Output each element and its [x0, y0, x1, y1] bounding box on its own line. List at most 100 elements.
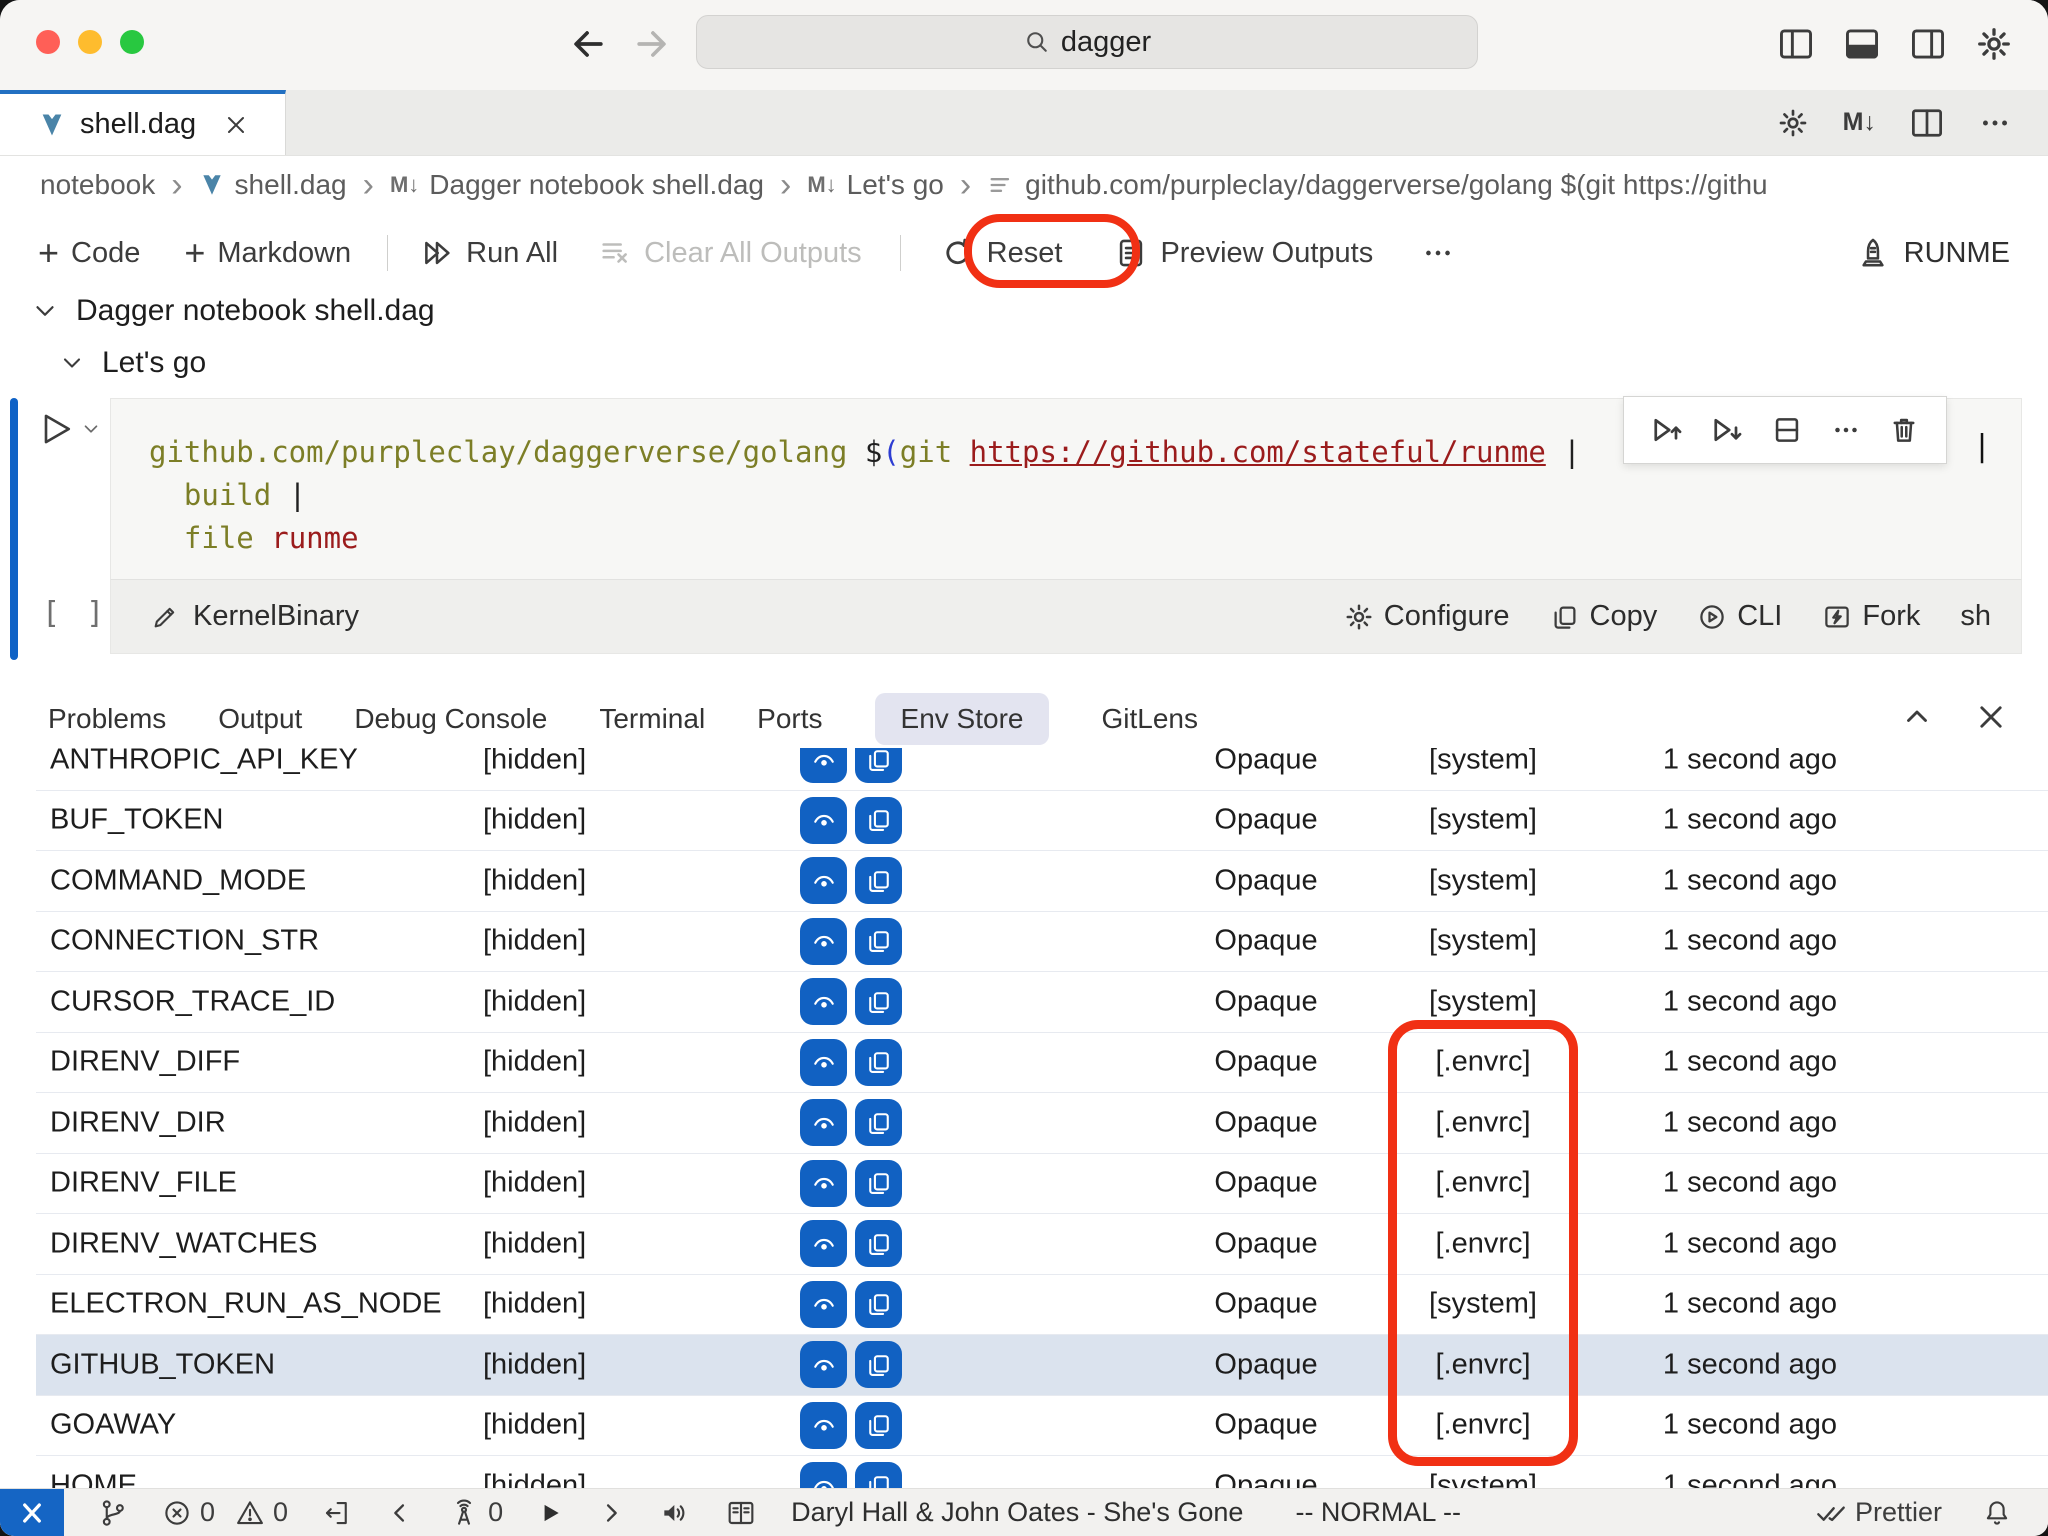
panel-tab-gitlens[interactable]: GitLens: [1101, 693, 1198, 745]
panel-tab-ports[interactable]: Ports: [757, 693, 822, 745]
copy-cell-button[interactable]: Copy: [1550, 600, 1658, 633]
breadcrumb-notebook[interactable]: notebook: [40, 169, 155, 201]
broadcast-status[interactable]: 0: [448, 1497, 503, 1529]
copy-secret-button[interactable]: [855, 748, 902, 783]
env-var-row[interactable]: DIRENV_DIFF [hidden] Opaque [.envrc] 1 s…: [36, 1033, 2048, 1094]
cli-button[interactable]: CLI: [1697, 600, 1782, 633]
delete-cell-icon[interactable]: [1887, 413, 1921, 447]
navigate-back-status[interactable]: [386, 1499, 414, 1527]
kernel-binary-button[interactable]: KernelBinary: [151, 600, 359, 633]
window-zoom-button[interactable]: [120, 30, 144, 54]
copy-secret-button[interactable]: [855, 1160, 902, 1207]
copy-secret-button[interactable]: [855, 1341, 902, 1388]
formatter-status[interactable]: Prettier: [1815, 1497, 1942, 1529]
env-var-row[interactable]: GOAWAY [hidden] Opaque [.envrc] 1 second…: [36, 1396, 2048, 1457]
reveal-secret-button[interactable]: [800, 978, 847, 1025]
panel-tab-output[interactable]: Output: [218, 693, 302, 745]
navigate-forward-status[interactable]: [597, 1499, 625, 1527]
copy-secret-button[interactable]: [855, 1281, 902, 1328]
reveal-secret-button[interactable]: [800, 1160, 847, 1207]
preview-outputs-button[interactable]: Preview Outputs: [1114, 236, 1373, 270]
copy-secret-button[interactable]: [855, 1220, 902, 1267]
outline-section[interactable]: Dagger notebook shell.dag: [30, 290, 435, 332]
add-code-cell-button[interactable]: + Code: [38, 235, 140, 271]
panel-close-icon[interactable]: [1974, 700, 2008, 734]
forward-button[interactable]: [630, 22, 674, 66]
env-var-row[interactable]: DIRENV_FILE [hidden] Opaque [.envrc] 1 s…: [36, 1154, 2048, 1215]
reveal-secret-button[interactable]: [800, 857, 847, 904]
toolbar-more-button[interactable]: [1421, 238, 1455, 268]
reveal-secret-button[interactable]: [800, 1099, 847, 1146]
env-var-row[interactable]: COMMAND_MODE [hidden] Opaque [system] 1 …: [36, 851, 2048, 912]
command-center-search[interactable]: dagger: [696, 15, 1478, 69]
execute-above-icon[interactable]: [1649, 412, 1685, 448]
panel-tab-terminal[interactable]: Terminal: [599, 693, 705, 745]
toggle-sidebar-left-icon[interactable]: [1778, 28, 1814, 60]
toggle-sidebar-right-icon[interactable]: [1910, 28, 1946, 60]
env-var-row[interactable]: CURSOR_TRACE_ID [hidden] Opaque [system]…: [36, 972, 2048, 1033]
env-var-row[interactable]: ANTHROPIC_API_KEY [hidden] Opaque [syste…: [36, 748, 2048, 791]
copy-secret-button[interactable]: [855, 857, 902, 904]
settings-gear-icon[interactable]: [1976, 26, 2012, 62]
copy-secret-button[interactable]: [855, 918, 902, 965]
split-cell-icon[interactable]: [1770, 413, 1804, 447]
runme-button[interactable]: RUNME: [1856, 236, 2010, 270]
env-var-row[interactable]: CONNECTION_STR [hidden] Opaque [system] …: [36, 912, 2048, 973]
copy-secret-button[interactable]: [855, 1039, 902, 1086]
copy-secret-button[interactable]: [855, 797, 902, 844]
panel-tab-debug-console[interactable]: Debug Console: [354, 693, 547, 745]
focus-session-status[interactable]: [322, 1498, 352, 1528]
copy-secret-button[interactable]: [855, 978, 902, 1025]
tab-close-icon[interactable]: [224, 113, 248, 137]
now-playing-status[interactable]: [725, 1497, 757, 1529]
env-var-row[interactable]: GITHUB_TOKEN [hidden] Opaque [.envrc] 1 …: [36, 1335, 2048, 1396]
run-cell-button[interactable]: [32, 408, 102, 450]
more-actions-icon[interactable]: [1978, 108, 2012, 138]
notifications-status[interactable]: [1982, 1498, 2012, 1528]
editor-settings-gear-icon[interactable]: [1777, 107, 1809, 139]
reset-button[interactable]: Reset: [941, 236, 1063, 270]
clear-all-outputs-button[interactable]: Clear All Outputs: [598, 236, 862, 270]
fork-button[interactable]: Fork: [1822, 600, 1920, 633]
now-playing-title[interactable]: Daryl Hall & John Oates - She's Gone: [791, 1497, 1243, 1528]
toggle-panel-icon[interactable]: [1844, 28, 1880, 60]
outline-subsection[interactable]: Let's go: [58, 342, 206, 384]
breadcrumb-section[interactable]: Dagger notebook shell.dag: [429, 169, 764, 201]
execute-below-icon[interactable]: [1709, 412, 1745, 448]
window-minimize-button[interactable]: [78, 30, 102, 54]
window-close-button[interactable]: [36, 30, 60, 54]
cell-more-actions-icon[interactable]: [1829, 413, 1863, 447]
reveal-secret-button[interactable]: [800, 748, 847, 783]
breadcrumb-subsection[interactable]: Let's go: [847, 169, 944, 201]
source-control-status[interactable]: [98, 1498, 128, 1528]
env-var-row[interactable]: DIRENV_DIR [hidden] Opaque [.envrc] 1 se…: [36, 1093, 2048, 1154]
breadcrumb-file[interactable]: shell.dag: [235, 169, 347, 201]
play-status[interactable]: [537, 1500, 563, 1526]
tab-shell-dag[interactable]: shell.dag: [0, 90, 286, 155]
cell-language-indicator[interactable]: sh: [1960, 600, 1991, 633]
volume-status[interactable]: [659, 1497, 691, 1529]
configure-button[interactable]: Configure: [1344, 600, 1510, 633]
reveal-secret-button[interactable]: [800, 1462, 847, 1488]
panel-tab-env-store[interactable]: Env Store: [875, 693, 1050, 745]
remote-indicator[interactable]: [0, 1489, 64, 1536]
copy-secret-button[interactable]: [855, 1402, 902, 1449]
reveal-secret-button[interactable]: [800, 1039, 847, 1086]
env-var-row[interactable]: HOME [hidden] Opaque [system] 1 second a…: [36, 1456, 2048, 1488]
panel-maximize-chevron-icon[interactable]: [1900, 700, 1934, 734]
markdown-export-icon[interactable]: M↓: [1843, 108, 1876, 137]
split-editor-icon[interactable]: [1910, 108, 1944, 138]
problems-status[interactable]: 0 0: [162, 1497, 288, 1528]
reveal-secret-button[interactable]: [800, 1281, 847, 1328]
reveal-secret-button[interactable]: [800, 1402, 847, 1449]
env-var-row[interactable]: ELECTRON_RUN_AS_NODE [hidden] Opaque [sy…: [36, 1275, 2048, 1336]
reveal-secret-button[interactable]: [800, 918, 847, 965]
breadcrumb-cell[interactable]: github.com/purpleclay/daggerverse/golang…: [1025, 169, 1767, 201]
add-markdown-cell-button[interactable]: + Markdown: [184, 235, 351, 271]
env-var-row[interactable]: BUF_TOKEN [hidden] Opaque [system] 1 sec…: [36, 791, 2048, 852]
run-all-button[interactable]: Run All: [420, 236, 558, 270]
reveal-secret-button[interactable]: [800, 797, 847, 844]
panel-tab-problems[interactable]: Problems: [48, 693, 166, 745]
reveal-secret-button[interactable]: [800, 1220, 847, 1267]
back-button[interactable]: [566, 22, 610, 66]
